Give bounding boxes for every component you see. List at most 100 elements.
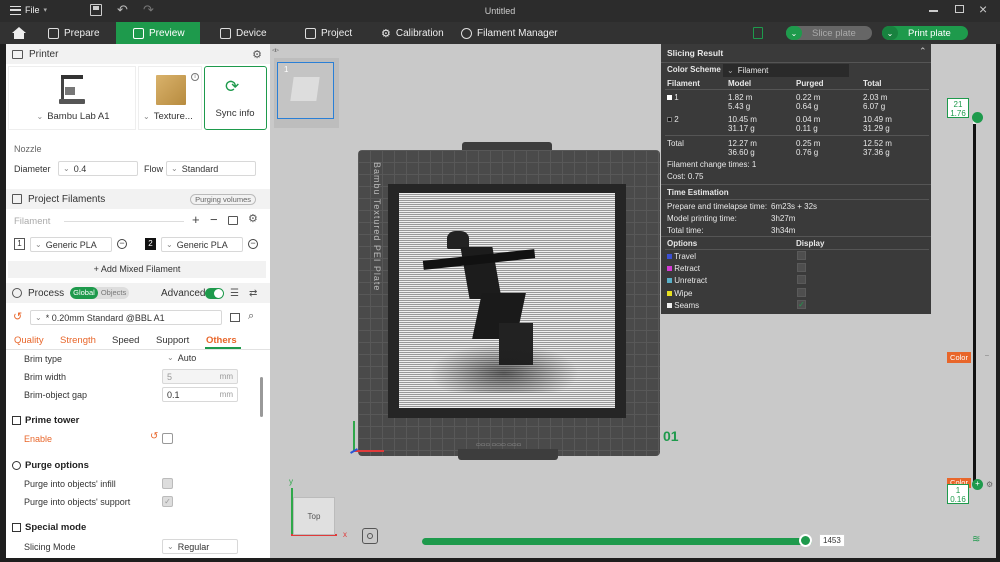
tab-filament-manager[interactable]: Filament Manager [461, 22, 558, 44]
tab-quality[interactable]: Quality [14, 335, 44, 346]
purging-volumes-button[interactable]: Purging volumes [190, 193, 256, 205]
move-slider-track[interactable] [422, 538, 812, 545]
process-preset-select[interactable]: ⌄ * 0.20mm Standard @BBL A1 [30, 310, 222, 325]
option-wipe-label: Wipe [674, 289, 693, 298]
tab-prepare[interactable]: Prepare [48, 22, 100, 44]
color-change-marker[interactable]: Color [947, 352, 971, 363]
tab-device[interactable]: Device [220, 22, 267, 44]
layer-top-handle[interactable] [972, 112, 983, 123]
layer-settings-icon[interactable]: ⚙ [986, 480, 993, 489]
settings-scrollbar[interactable] [260, 377, 263, 417]
advanced-toggle[interactable] [205, 287, 224, 299]
cube-icon [48, 27, 59, 39]
slice-dropdown[interactable]: ⌄ [786, 26, 802, 40]
home-button[interactable] [8, 22, 30, 44]
fit-view-icon[interactable] [362, 528, 378, 544]
tab-calibration[interactable]: ⚙ Calibration [381, 22, 444, 44]
plate-thumbnail-number: 1 [284, 65, 289, 74]
layer-bottom-height: 0.16 [950, 495, 966, 504]
display-retract-checkbox[interactable] [797, 263, 806, 272]
purge-icon [12, 461, 21, 470]
brim-width-input[interactable]: 5 mm [162, 369, 238, 384]
collapse-panel-icon[interactable]: ⌃ [919, 46, 927, 57]
plate-thumbnail-preview [290, 77, 320, 101]
display-seams-checkbox[interactable]: ✓ [797, 300, 806, 309]
tab-speed[interactable]: Speed [112, 335, 139, 346]
close-icon[interactable]: × [979, 1, 987, 17]
filament-2-select[interactable]: ⌄ Generic PLA [161, 237, 243, 252]
printer-card[interactable]: ⌄ Bambu Lab A1 [8, 66, 136, 130]
layers-icon[interactable]: ≋ [972, 534, 980, 545]
layer-top-height: 1.76 [950, 109, 966, 118]
filament-2-remove-icon[interactable]: − [248, 239, 258, 249]
purge-support-checkbox[interactable]: ✓ [162, 496, 173, 507]
travel-color [667, 254, 672, 259]
brim-width-unit: mm [219, 372, 233, 381]
tab-project[interactable]: Project [305, 22, 352, 44]
plate-thumbnail[interactable]: 1 [277, 62, 334, 119]
filament-2-swatch[interactable]: 2 [145, 238, 156, 250]
tab-preview[interactable]: Preview [116, 22, 200, 44]
view-cube-top[interactable]: Top [293, 497, 335, 535]
plate-card[interactable]: i ⌄ Texture... [138, 66, 202, 130]
model-ground [429, 343, 579, 393]
brim-type-select[interactable]: ⌄ Auto [162, 350, 238, 365]
color-scheme-select[interactable]: ⌄ Filament [723, 64, 849, 77]
save-icon[interactable] [90, 4, 102, 16]
total-model-length: 12.27 m [728, 139, 757, 148]
layer-bottom-handle[interactable]: + [972, 479, 983, 490]
print-dropdown[interactable]: ⌄ [882, 26, 898, 40]
display-travel-checkbox[interactable] [797, 251, 806, 260]
save-preset-icon[interactable] [230, 313, 240, 322]
prime-tower-enable-checkbox[interactable] [162, 433, 173, 444]
filament-1-select[interactable]: ⌄ Generic PLA [30, 237, 112, 252]
reset-icon[interactable]: ↺ [150, 431, 158, 442]
tab-device-label: Device [236, 27, 267, 39]
tab-others[interactable]: Others [206, 335, 237, 346]
remove-filament-icon[interactable]: − [210, 212, 218, 227]
filament-sync-icon[interactable] [228, 216, 238, 225]
purge-infill-checkbox[interactable] [162, 478, 173, 489]
flow-select[interactable]: ⌄ Standard [166, 161, 256, 176]
purge-options-header: Purge options [12, 460, 89, 471]
undo-icon[interactable]: ↶ [117, 2, 128, 18]
toggle-objects[interactable]: Objects [98, 287, 129, 299]
reset-icon[interactable]: ↺ [13, 310, 22, 323]
info-icon[interactable]: i [191, 73, 199, 81]
move-slider-handle[interactable] [799, 534, 812, 547]
tab-strength[interactable]: Strength [60, 335, 96, 346]
slice-plate-button[interactable]: ⌄ Slice plate [786, 26, 872, 40]
filament-1-remove-icon[interactable]: − [117, 239, 127, 249]
display-wipe-checkbox[interactable] [797, 288, 806, 297]
prime-tower-title: Prime tower [25, 415, 80, 426]
add-mixed-filament-button[interactable]: + Add Mixed Filament [8, 261, 266, 278]
print-plate-button[interactable]: ⌄ Print plate [882, 26, 968, 40]
toggle-global[interactable]: Global [70, 287, 98, 299]
slicing-mode-select[interactable]: ⌄ Regular [162, 539, 238, 554]
minimize-icon[interactable] [929, 10, 938, 12]
plate-handle-bottom [458, 449, 558, 460]
brim-gap-input[interactable]: 0.1 mm [162, 387, 238, 402]
diameter-select[interactable]: ⌄ 0.4 [58, 161, 138, 176]
tab-support[interactable]: Support [156, 335, 189, 346]
scope-toggle[interactable]: Global Objects [70, 287, 130, 299]
filament-settings-icon[interactable]: ⚙ [248, 212, 258, 225]
plate-select[interactable]: ⌄ Texture... [143, 111, 203, 122]
file-menu[interactable]: File ▾ [10, 5, 47, 15]
sync-info-button[interactable]: ⟳ Sync info [204, 66, 267, 130]
purge-support-label: Purge into objects' support [24, 497, 131, 507]
add-filament-icon[interactable]: + [192, 212, 200, 227]
plate-list-icon[interactable] [753, 27, 763, 39]
total-total: 12.52 m 37.36 g [863, 139, 892, 157]
redo-icon[interactable]: ↷ [143, 2, 154, 18]
collapse-sidebar-icon[interactable]: ◃▹ [272, 46, 279, 54]
filament-1-swatch[interactable]: 1 [14, 238, 25, 250]
divider [665, 135, 929, 136]
list-icon[interactable]: ☰ [230, 288, 239, 299]
compare-icon[interactable]: ⇄ [249, 288, 257, 299]
search-icon[interactable]: ⌕ [248, 310, 254, 323]
printer-settings-icon[interactable]: ⚙ [252, 48, 262, 61]
maximize-icon[interactable] [955, 5, 964, 13]
printer-select[interactable]: ⌄ Bambu Lab A1 [9, 111, 137, 122]
display-unretract-checkbox[interactable] [797, 275, 806, 284]
